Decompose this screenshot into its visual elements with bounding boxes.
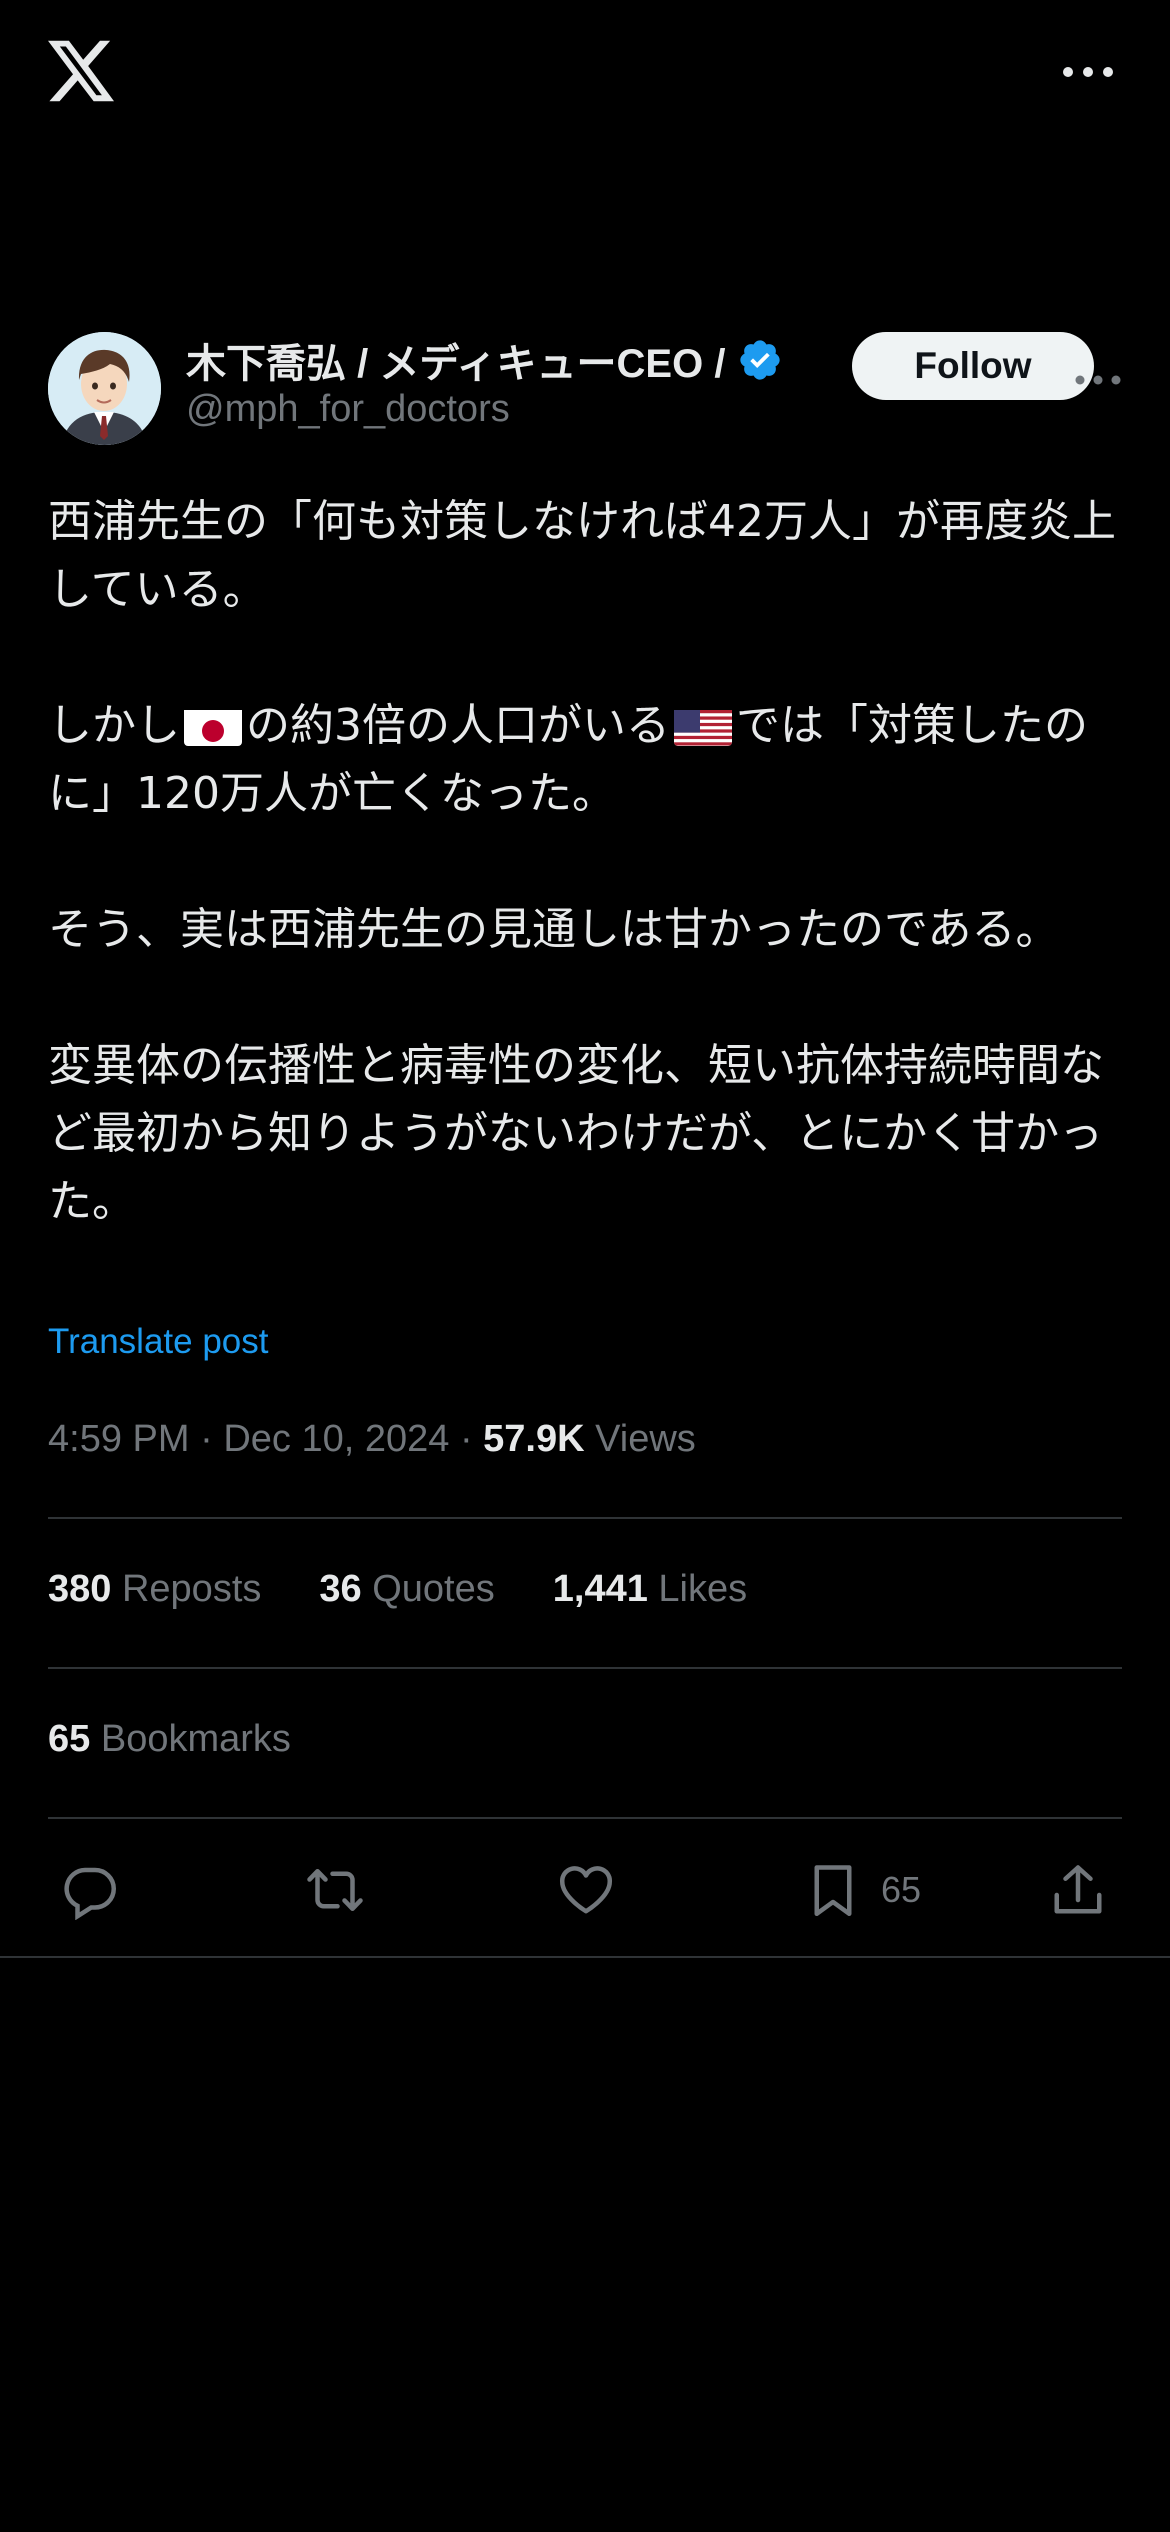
- post-paragraph: しかし の約3倍の人口がいる では「対策したのに」120万人が亡くなった。: [48, 692, 1128, 828]
- repost-icon: [307, 1869, 363, 1911]
- likes-count: 1,441: [552, 1568, 648, 1610]
- bookmarks-stat[interactable]: 65 Bookmarks: [48, 1718, 291, 1761]
- reply-button[interactable]: [60, 1850, 120, 1930]
- meta-separator: ·: [459, 1418, 473, 1460]
- divider: [48, 1817, 1122, 1819]
- us-flag-icon: [674, 704, 732, 746]
- divider: [48, 1517, 1122, 1519]
- post-more-icon[interactable]: [1074, 368, 1122, 392]
- avatar[interactable]: [48, 332, 161, 445]
- divider: [0, 1956, 1170, 1958]
- author-name[interactable]: 木下喬弘 / メディキューCEO /: [186, 331, 725, 389]
- quotes-stat[interactable]: 36 Quotes: [319, 1568, 494, 1611]
- post-text: 西浦先生の「何も対策しなければ42万人」が再度炎上している。 しかし の約3倍の人…: [48, 488, 1128, 1236]
- share-button[interactable]: [1048, 1850, 1108, 1930]
- reply-icon: [64, 1867, 116, 1920]
- more-horizontal-icon[interactable]: [1060, 58, 1116, 86]
- divider: [48, 1667, 1122, 1669]
- reposts-label: Reposts: [121, 1568, 262, 1610]
- post-author: 木下喬弘 / メディキューCEO / @mph_for_doctors Foll…: [48, 330, 1122, 450]
- post-text-segment: しかし: [48, 700, 180, 751]
- engagement-stats: 380 Reposts 36 Quotes 1,441 Likes: [48, 1568, 805, 1611]
- reposts-count: 380: [48, 1568, 112, 1610]
- post-meta: 4:59 PM · Dec 10, 2024 · 57.9K Views: [48, 1418, 696, 1461]
- japan-flag-icon: [184, 704, 242, 746]
- post-time[interactable]: 4:59 PM: [48, 1418, 190, 1460]
- x-logo-icon[interactable]: [48, 40, 114, 102]
- bookmark-count: 65: [881, 1869, 922, 1910]
- quotes-label: Quotes: [372, 1568, 495, 1610]
- bookmarks-count: 65: [48, 1718, 91, 1760]
- reposts-stat[interactable]: 380 Reposts: [48, 1568, 261, 1611]
- author-name-row[interactable]: 木下喬弘 / メディキューCEO /: [186, 330, 783, 390]
- verified-badge-icon: [740, 340, 781, 380]
- heart-icon: [560, 1866, 612, 1914]
- top-bar: [0, 0, 1170, 150]
- repost-button[interactable]: [305, 1850, 365, 1930]
- quotes-count: 36: [319, 1568, 362, 1610]
- post-date[interactable]: Dec 10, 2024: [223, 1418, 449, 1460]
- views-count: 57.9K: [483, 1418, 585, 1460]
- action-bar: 65: [0, 1850, 1170, 1930]
- meta-separator: ·: [200, 1418, 213, 1460]
- views-label: Views: [595, 1418, 696, 1460]
- translate-post-link[interactable]: Translate post: [48, 1322, 268, 1362]
- like-button[interactable]: [556, 1850, 616, 1930]
- post-text-segment: の約3倍の人口がいる: [246, 700, 670, 751]
- follow-button[interactable]: Follow: [852, 332, 1094, 400]
- author-handle[interactable]: @mph_for_doctors: [186, 388, 510, 431]
- post-paragraph: そう、実は西浦先生の見通しは甘かったのである。: [48, 904, 1060, 955]
- likes-stat[interactable]: 1,441 Likes: [553, 1568, 747, 1611]
- likes-label: Likes: [658, 1568, 748, 1610]
- post-paragraph: 変異体の伝播性と病毒性の変化、短い抗体持続時間など最初から知りようがないわけだが…: [48, 1040, 1104, 1227]
- bookmarks-label: Bookmarks: [100, 1718, 291, 1760]
- share-icon: [1054, 1865, 1102, 1914]
- post-paragraph: 西浦先生の「何も対策しなければ42万人」が再度炎上している。: [48, 496, 1116, 615]
- bookmark-icon: [814, 1865, 852, 1916]
- bookmark-button[interactable]: 65: [803, 1850, 921, 1930]
